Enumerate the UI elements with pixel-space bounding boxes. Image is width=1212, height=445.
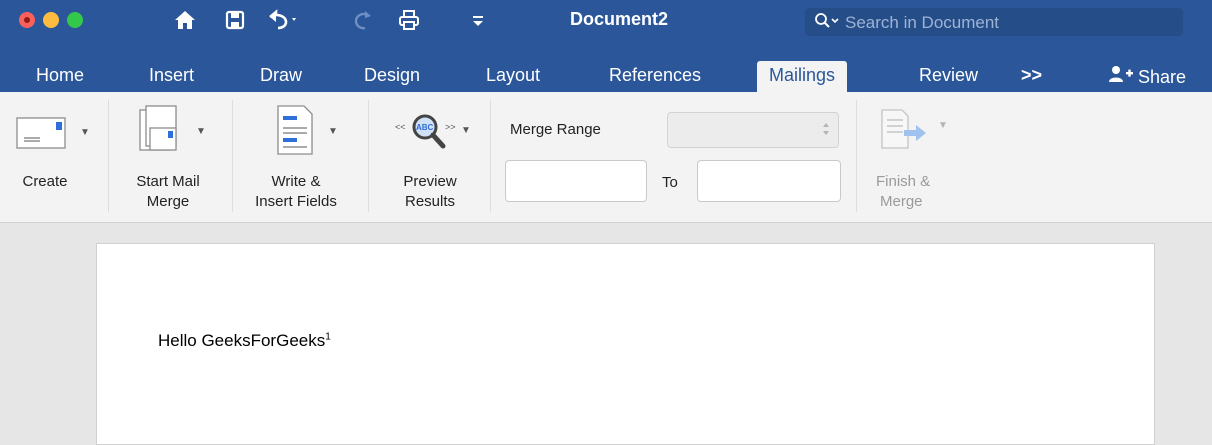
add-person-icon	[1108, 63, 1134, 91]
undo-icon[interactable]	[265, 6, 301, 34]
finish-label-1: Finish &	[876, 173, 931, 190]
tab-design[interactable]: Design	[364, 61, 420, 92]
ribbon-divider	[856, 100, 857, 212]
create-label: Create	[22, 173, 68, 190]
body-text-content: Hello GeeksForGeeks	[158, 331, 326, 350]
svg-text:<<: <<	[395, 122, 406, 132]
close-window-button[interactable]	[19, 12, 35, 28]
document-canvas: Hello GeeksForGeeks1	[0, 223, 1212, 445]
ribbon-tabs: Home Insert Draw Design Layout Reference…	[0, 56, 1212, 92]
tab-layout[interactable]: Layout	[486, 61, 540, 92]
write-insert-label-2: Insert Fields	[255, 193, 337, 210]
customize-icon[interactable]	[470, 6, 486, 34]
print-icon[interactable]	[395, 6, 423, 34]
svg-text:>>: >>	[445, 122, 456, 132]
chevron-down-icon: ▼	[80, 127, 90, 138]
search-input[interactable]: Search in Document	[845, 13, 999, 33]
redo-icon[interactable]	[350, 6, 376, 34]
document-page[interactable]: Hello GeeksForGeeks1	[96, 243, 1155, 445]
tab-review[interactable]: Review	[919, 61, 978, 92]
start-mail-merge-label-2: Merge	[146, 193, 190, 210]
chevron-down-icon: ▼	[461, 125, 471, 136]
minimize-window-button[interactable]	[43, 12, 59, 28]
mail-merge-document-icon	[134, 102, 190, 163]
chevron-down-icon: ▼	[196, 126, 206, 137]
preview-magnifier-icon: << >> ABC	[393, 112, 457, 161]
ribbon-divider	[490, 100, 491, 212]
finish-label-2: Merge	[880, 193, 923, 210]
envelope-icon	[14, 110, 74, 155]
merge-range-from-input[interactable]	[505, 160, 647, 202]
ribbon-divider	[232, 100, 233, 212]
tab-home[interactable]: Home	[36, 61, 84, 92]
home-icon[interactable]	[170, 6, 200, 34]
preview-abc-text: ABC	[416, 123, 434, 132]
create-button[interactable]: ▼	[14, 110, 94, 156]
insert-fields-document-icon	[270, 102, 320, 163]
ribbon-panel: ▼ Create ▼ Start Mail Merge ▼ Write & In…	[0, 92, 1212, 223]
finish-merge-button[interactable]: ▼	[876, 104, 954, 154]
ribbon-divider	[108, 100, 109, 212]
write-insert-fields-button[interactable]: ▼	[270, 102, 348, 160]
more-tabs-button[interactable]: >>	[1021, 61, 1042, 92]
chevron-down-icon: ▼	[938, 120, 948, 131]
save-icon[interactable]	[222, 6, 248, 34]
write-insert-label-1: Write &	[271, 173, 321, 190]
tab-references[interactable]: References	[609, 61, 701, 92]
search-icon	[814, 12, 842, 37]
preview-results-button[interactable]: << >> ABC ▼	[393, 112, 473, 156]
ribbon-divider	[368, 100, 369, 212]
footnote-reference[interactable]: 1	[325, 331, 331, 342]
document-body-text[interactable]: Hello GeeksForGeeks1	[158, 331, 331, 351]
preview-label-2: Results	[404, 193, 456, 210]
chevron-down-icon: ▼	[328, 126, 338, 137]
stepper-arrows-icon	[822, 121, 830, 142]
merge-range-label: Merge Range	[510, 121, 601, 138]
document-title: Document2	[570, 9, 669, 29]
tab-insert[interactable]: Insert	[149, 61, 194, 92]
share-button[interactable]: Share	[1108, 61, 1186, 92]
to-label: To	[662, 174, 678, 191]
merge-range-to-input[interactable]	[697, 160, 841, 202]
preview-label-1: Preview	[403, 173, 457, 190]
start-mail-merge-button[interactable]: ▼	[134, 102, 212, 160]
start-mail-merge-label-1: Start Mail	[136, 173, 200, 190]
merge-range-select[interactable]	[667, 112, 839, 148]
title-bar: Document2 Search in Document	[0, 0, 1212, 56]
tab-mailings[interactable]: Mailings	[757, 61, 848, 92]
tab-draw[interactable]: Draw	[260, 61, 302, 92]
share-label: Share	[1138, 66, 1187, 87]
search-box[interactable]: Search in Document	[805, 8, 1183, 36]
zoom-window-button[interactable]	[67, 12, 83, 28]
finish-merge-icon	[876, 104, 936, 159]
